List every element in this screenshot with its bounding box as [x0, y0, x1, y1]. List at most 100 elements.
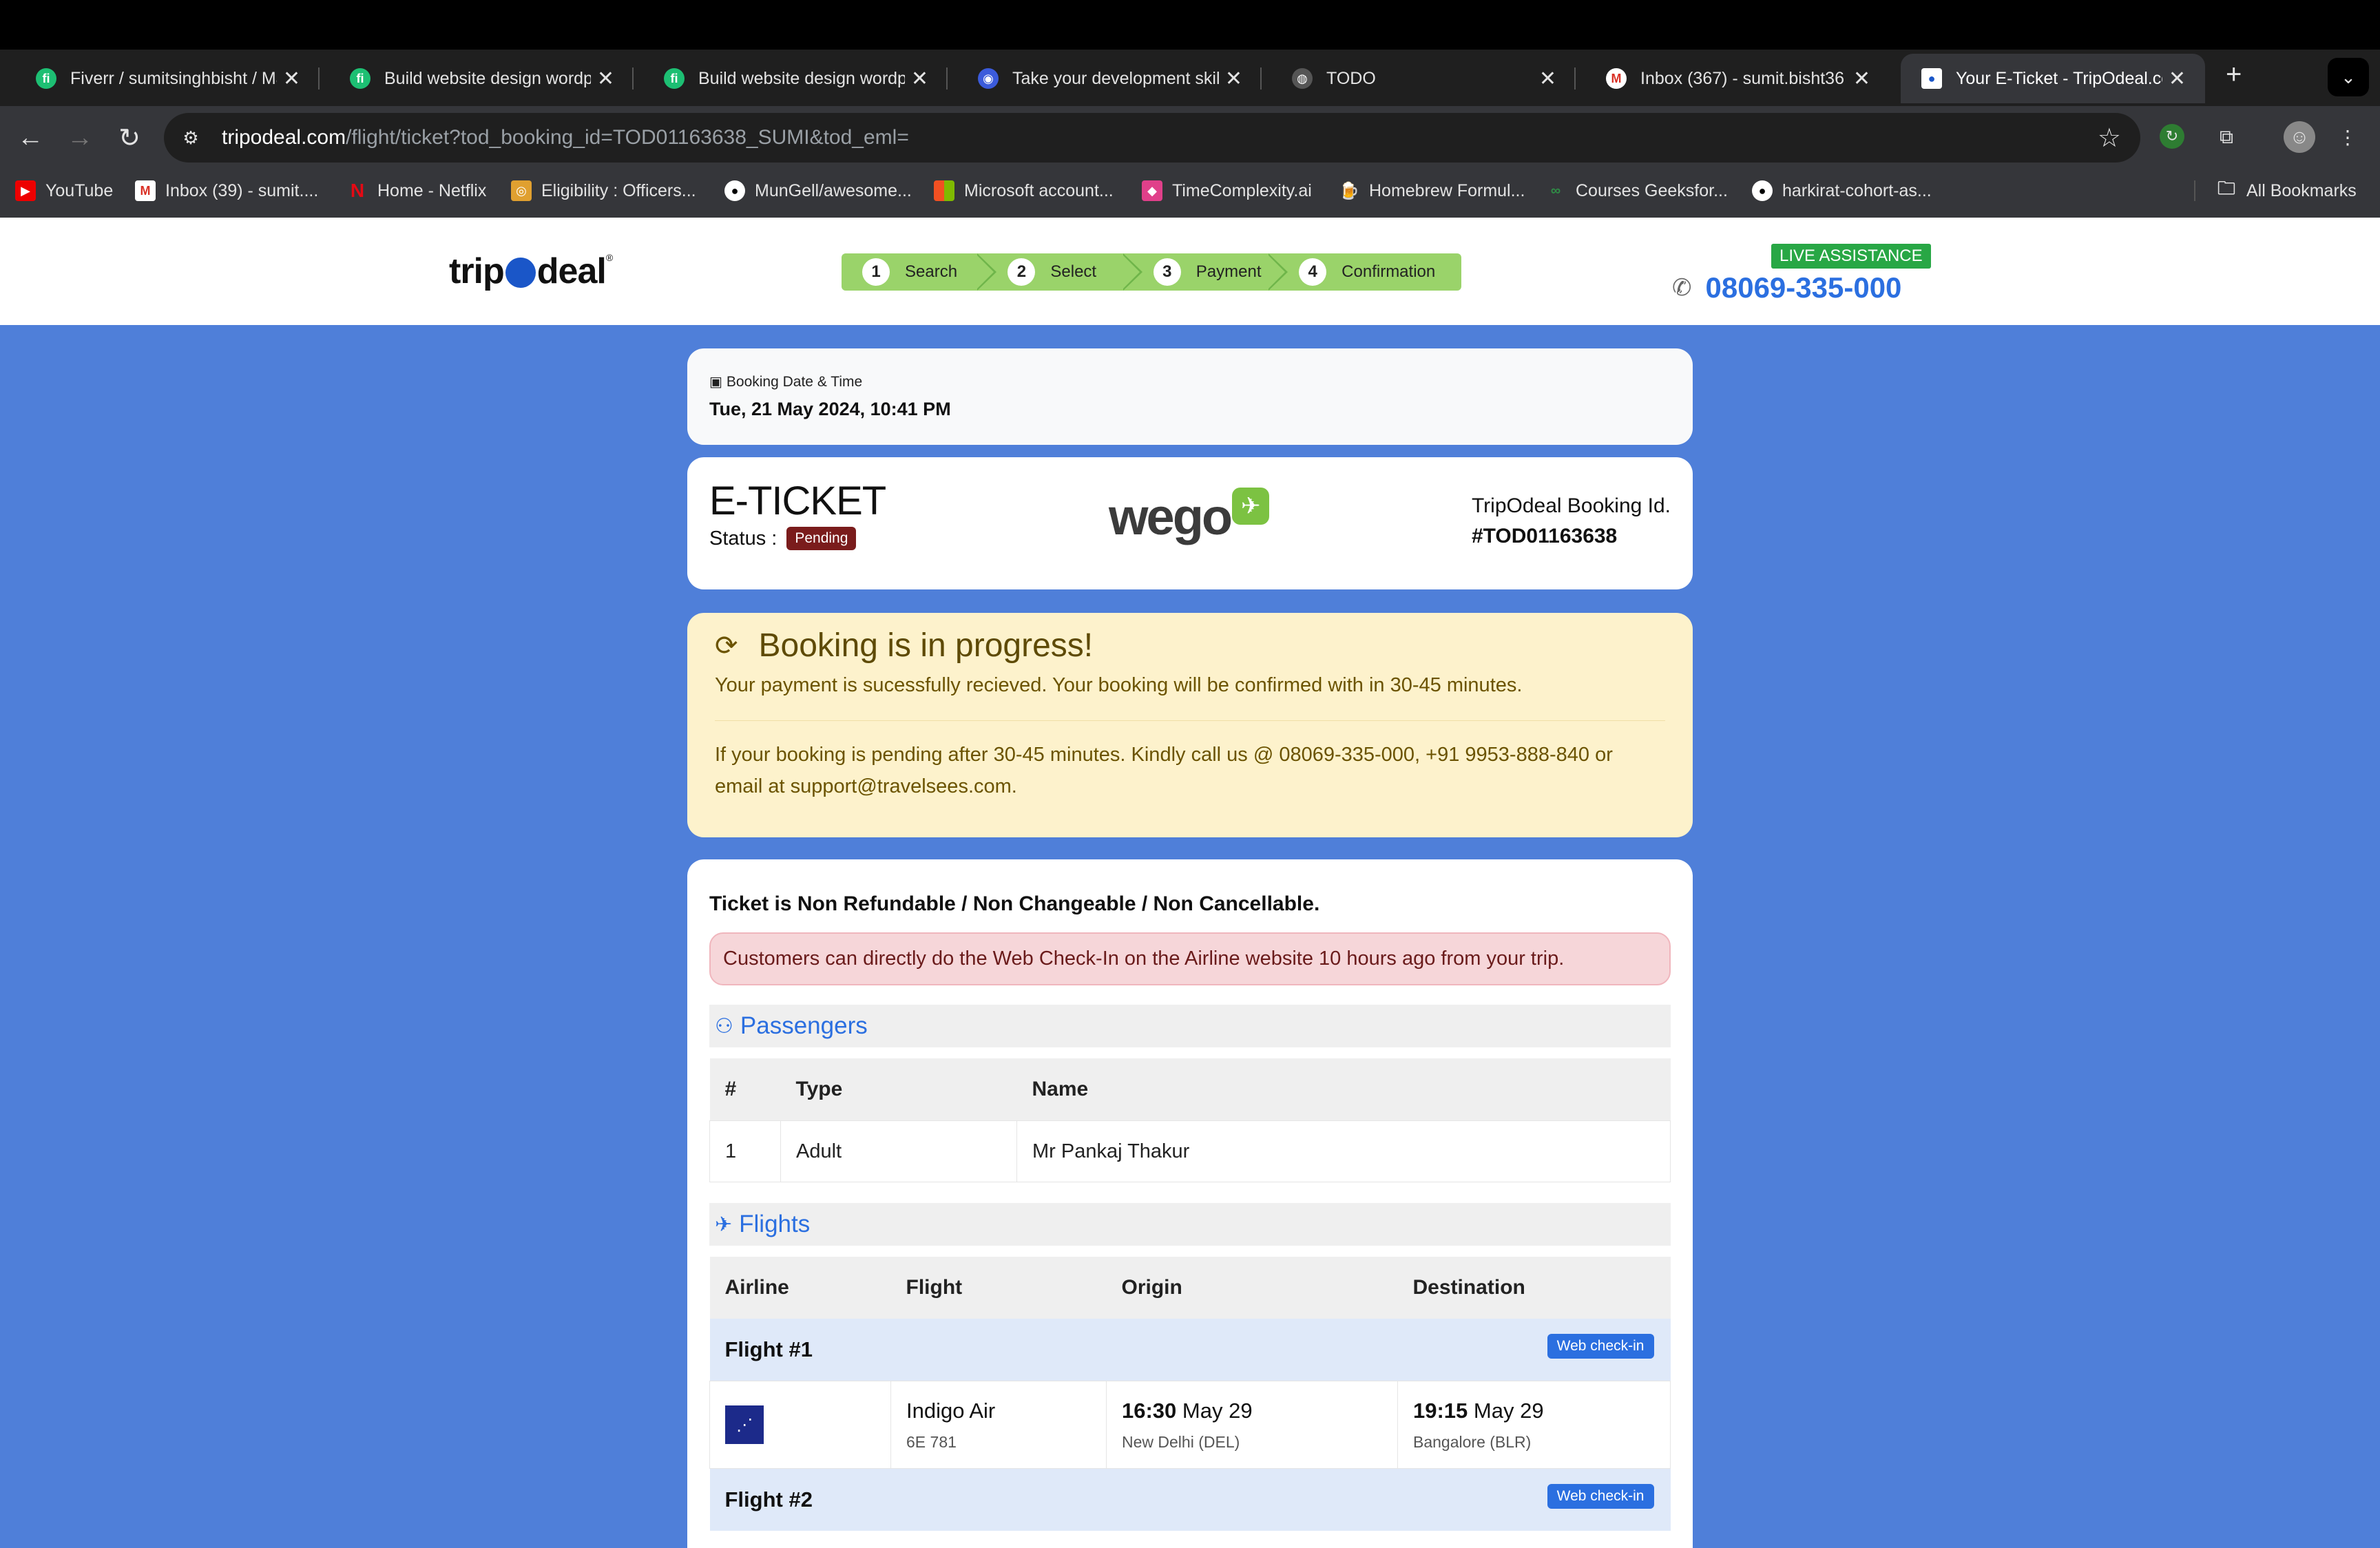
tripodeal-logo[interactable]: trip deal ® — [449, 251, 613, 292]
tab-separator — [946, 67, 948, 90]
alert-heading: Booking is in progress! — [758, 627, 1094, 664]
flight-cell: Indigo Air 6E 781 — [890, 1381, 1107, 1469]
tab-label: Your E-Ticket - TripOdeal.co — [1956, 68, 2162, 88]
tripodeal-icon: ● — [1921, 68, 1942, 89]
step-number: 1 — [862, 258, 890, 286]
bookmark-label: TimeComplexity.ai — [1172, 180, 1312, 200]
step-chevron — [1269, 255, 1286, 289]
address-bar[interactable]: ⚙ tripodeal.com/flight/ticket?tod_bookin… — [164, 113, 2140, 163]
tab-label: Build website design wordpr — [698, 68, 905, 88]
globe-icon: ◉ — [978, 68, 999, 89]
origin-cell: 16:30 May 29 New Delhi (DEL) — [1106, 1381, 1398, 1469]
homebrew-icon: 🍺 — [1339, 181, 1359, 200]
url-path: /flight/ticket?tod_booking_id=TOD0116363… — [346, 126, 909, 149]
plane-icon: ✈ — [1232, 488, 1270, 525]
web-checkin-button[interactable]: Web check-in — [1547, 1334, 1654, 1359]
star-icon[interactable]: ☆ — [2098, 123, 2121, 154]
tab-separator — [632, 67, 634, 90]
bookmark-item[interactable]: ◆ TimeComplexity.ai — [1142, 180, 1312, 201]
close-icon[interactable]: ✕ — [1225, 67, 1242, 91]
bookmark-item[interactable]: Microsoft account... — [934, 180, 1114, 201]
browser-tab[interactable]: ◉ Take your development skill ✕ — [957, 54, 1262, 103]
airline-name: Indigo Air — [906, 1398, 996, 1423]
close-icon[interactable]: ✕ — [1539, 67, 1556, 91]
browser-tab-active[interactable]: ● Your E-Ticket - TripOdeal.co ✕ — [1901, 54, 2205, 103]
browser-tab[interactable]: fi Fiverr / sumitsinghbisht / Ma ✕ — [15, 54, 320, 103]
step-search: 1 Search — [842, 253, 997, 291]
tab-label: Build website design wordpr — [384, 68, 591, 88]
indigo-logo-icon: ⋰ — [725, 1405, 764, 1444]
fiverr-icon: fi — [350, 68, 370, 89]
gmail-icon: M — [1606, 68, 1627, 89]
logo-text-left: trip — [449, 251, 505, 291]
logo-text-right: deal — [536, 251, 607, 291]
close-icon[interactable]: ✕ — [1853, 67, 1870, 91]
bookmark-label: YouTube — [45, 180, 114, 200]
fiverr-icon: fi — [664, 68, 685, 89]
chevron-down-icon[interactable]: ⌄ — [2328, 58, 2369, 96]
bookmark-item[interactable]: ● MunGell/awesome... — [724, 180, 912, 201]
bookmark-item[interactable]: ◎ Eligibility : Officers... — [511, 180, 696, 201]
browser-tab[interactable]: M Inbox (367) - sumit.bisht36 ✕ — [1585, 54, 1890, 103]
step-label: Search — [905, 262, 958, 281]
extension-icon[interactable]: ↻ — [2160, 124, 2184, 149]
booking-date-card: ▣ Booking Date & Time Tue, 21 May 2024, … — [687, 348, 1693, 445]
tab-strip: fi Fiverr / sumitsinghbisht / Ma ✕ fi Bu… — [0, 50, 2380, 106]
netflix-icon: N — [350, 180, 365, 201]
step-number: 4 — [1299, 258, 1327, 286]
back-icon[interactable]: ← — [14, 121, 47, 154]
booking-date-label: Booking Date & Time — [726, 373, 863, 390]
status-label: Status : — [709, 527, 777, 550]
menu-icon[interactable]: ⋮ — [2332, 121, 2363, 153]
bookmark-item[interactable]: M Inbox (39) - sumit.... — [135, 180, 318, 201]
reload-icon[interactable]: ↻ — [113, 121, 146, 154]
column-header: Origin — [1106, 1257, 1398, 1319]
site-settings-icon[interactable]: ⚙ — [179, 126, 202, 149]
browser-tab[interactable]: ◍ TODO ✕ — [1271, 54, 1576, 103]
step-select: 2 Select — [987, 253, 1142, 291]
booking-id-value: #TOD01163638 — [1471, 525, 1618, 547]
bookmark-item[interactable]: 🍺 Homebrew Formul... — [1339, 180, 1525, 201]
bookmark-item[interactable]: ∞ Courses Geeksfor... — [1545, 180, 1728, 201]
url-text[interactable]: tripodeal.com/flight/ticket?tod_booking_… — [222, 126, 909, 149]
bookmark-label: Homebrew Formul... — [1369, 180, 1525, 200]
close-icon[interactable]: ✕ — [597, 67, 614, 91]
new-tab-icon[interactable]: + — [2226, 59, 2242, 90]
alert-payment-text: Your payment is sucessfully recieved. Yo… — [715, 674, 1523, 696]
bookmark-label: Courses Geeksfor... — [1576, 180, 1728, 200]
close-icon[interactable]: ✕ — [2169, 67, 2186, 91]
avatar[interactable]: ☺ — [2284, 121, 2315, 153]
emblem-icon: ◎ — [511, 180, 532, 201]
bookmark-label: All Bookmarks — [2246, 180, 2357, 200]
table-header-row: Airline Flight Origin Destination — [709, 1257, 1671, 1319]
extensions-puzzle-icon[interactable]: ⧉ — [2211, 121, 2242, 153]
column-header: Flight — [890, 1257, 1107, 1319]
browser-tab[interactable]: fi Build website design wordpr ✕ — [329, 54, 634, 103]
web-checkin-button[interactable]: Web check-in — [1547, 1484, 1654, 1509]
all-bookmarks[interactable]: 🗀 All Bookmarks — [2194, 178, 2357, 201]
close-icon[interactable]: ✕ — [283, 67, 300, 91]
bookmark-item[interactable]: ● harkirat-cohort-as... — [1752, 180, 1932, 201]
bookmark-item[interactable]: N Home - Netflix — [347, 180, 487, 201]
flight-number: 6E 781 — [906, 1432, 957, 1451]
tab-label: Inbox (367) - sumit.bisht36 — [1640, 68, 1844, 88]
tab-label: TODO — [1326, 68, 1376, 88]
destination-cell: 19:15 May 29 Bangalore (BLR) — [1397, 1381, 1671, 1469]
destination-time: 19:15 — [1413, 1398, 1468, 1423]
bookmark-item[interactable]: ▶ YouTube — [15, 180, 113, 201]
window-top-bar — [0, 0, 2380, 50]
step-payment: 3 Payment — [1133, 253, 1288, 291]
forward-icon[interactable]: → — [63, 121, 96, 154]
bookmark-label: Eligibility : Officers... — [541, 180, 696, 200]
flight-group-cell: Flight #2 Web check-in — [709, 1468, 1671, 1531]
browser-tab[interactable]: fi Build website design wordpr ✕ — [643, 54, 948, 103]
tab-separator — [318, 67, 320, 90]
support-phone[interactable]: ✆ 08069-335-000 — [1672, 271, 1901, 304]
url-host: tripodeal.com — [222, 126, 346, 149]
step-chevron — [977, 255, 994, 289]
flights-section-header: ✈ Flights — [709, 1203, 1671, 1246]
bookmark-label: Microsoft account... — [964, 180, 1114, 200]
web-checkin-note: Customers can directly do the Web Check-… — [709, 932, 1671, 985]
close-icon[interactable]: ✕ — [911, 67, 928, 91]
flights-table: Airline Flight Origin Destination Flight… — [709, 1257, 1671, 1531]
